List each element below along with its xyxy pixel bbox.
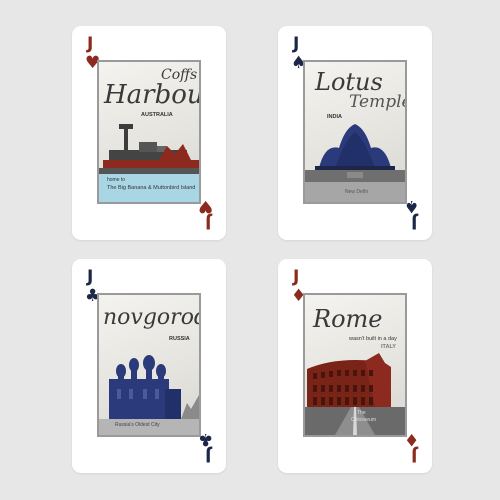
playing-card-jack-clubs: J ♣ novgorod RUSSIA Russia's Oldest City… — [72, 259, 226, 473]
card-rank-top: J — [293, 267, 300, 287]
card-rank-bottom: J — [410, 445, 417, 465]
poster-coffs-harbour: Coffs Harbour AUSTRALIA home to The Big … — [97, 60, 201, 204]
card-rank-bottom: J — [204, 212, 211, 232]
card-rank-top: J — [87, 267, 94, 287]
card-rank-bottom: J — [410, 212, 417, 232]
playing-card-jack-spades: J ♠ Lotus Temple INDIA New Delhi ♠ J — [278, 26, 432, 240]
card-rank-top: J — [87, 34, 94, 54]
colosseum-illustration — [305, 353, 405, 435]
lotus-temple-illustration — [305, 124, 405, 202]
poster-caption-line2: Colosseum — [351, 417, 377, 423]
poster-lotus-temple: Lotus Temple INDIA New Delhi — [303, 60, 407, 204]
playing-card-jack-diamonds: J ♦ Rome wasn't built in a day ITALY The… — [278, 259, 432, 473]
poster-caption-line2: The Big Banana & Muttonbird Island — [107, 185, 196, 191]
poster-caption-line1: New Delhi — [345, 189, 368, 195]
cathedral-illustration — [99, 355, 199, 435]
poster-caption-line1: The — [357, 410, 366, 416]
playing-card-jack-hearts: J ♥ Coffs Harbour AUSTRALIA home to The … — [72, 26, 226, 240]
poster-novgorod: novgorod RUSSIA Russia's Oldest City — [97, 293, 201, 437]
poster-caption: Russia's Oldest City — [115, 422, 160, 428]
poster-rome: Rome wasn't built in a day ITALY The Col… — [303, 293, 407, 437]
card-rank-top: J — [293, 34, 300, 54]
poster-caption-line1: home to — [107, 177, 126, 183]
card-rank-bottom: J — [204, 445, 211, 465]
